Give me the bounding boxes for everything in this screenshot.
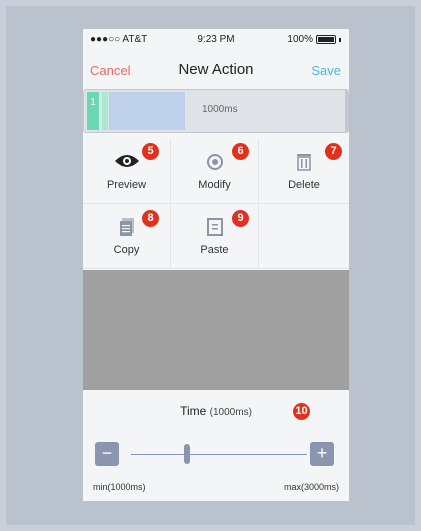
delete-button[interactable]: Delete 7 bbox=[259, 139, 349, 204]
empty-cell bbox=[259, 204, 349, 269]
time-panel: Time (1000ms) 10 − + min(1000ms) max(300… bbox=[83, 390, 349, 501]
action-timeline[interactable]: 1 1000ms bbox=[83, 89, 349, 133]
delete-label: Delete bbox=[288, 179, 320, 191]
time-title: Time bbox=[180, 404, 207, 418]
modify-icon bbox=[206, 153, 224, 176]
battery-status: 100% bbox=[287, 34, 341, 45]
time-slider-track[interactable] bbox=[131, 454, 307, 455]
copy-icon bbox=[119, 218, 135, 241]
badge-10: 10 bbox=[293, 403, 310, 420]
badge-8: 8 bbox=[142, 210, 159, 227]
copy-button[interactable]: Copy 8 bbox=[83, 204, 171, 269]
badge-5: 5 bbox=[142, 143, 159, 160]
action-grid: Preview 5 Modify 6 Delete 7 Copy 8 Paste… bbox=[83, 139, 349, 269]
min-time-label: min(1000ms) bbox=[93, 482, 146, 492]
page-title: New Action bbox=[178, 61, 254, 78]
modify-label: Modify bbox=[198, 179, 231, 191]
timeline-segment-divider bbox=[102, 92, 108, 130]
paste-label: Paste bbox=[200, 244, 229, 256]
time-slider-thumb[interactable] bbox=[184, 444, 190, 464]
battery-percent: 100% bbox=[287, 34, 313, 45]
save-button[interactable]: Save bbox=[311, 63, 341, 78]
status-bar: ●●●○○ AT&T 9:23 PM 100% bbox=[83, 29, 349, 51]
badge-7: 7 bbox=[325, 143, 342, 160]
paste-button[interactable]: Paste 9 bbox=[171, 204, 259, 269]
trash-icon bbox=[296, 153, 312, 176]
preview-label: Preview bbox=[106, 179, 147, 191]
increase-time-button[interactable]: + bbox=[310, 442, 334, 466]
badge-6: 6 bbox=[232, 143, 249, 160]
preview-button[interactable]: Preview 5 bbox=[83, 139, 171, 204]
phone-screen: ●●●○○ AT&T 9:23 PM 100% Cancel New Actio… bbox=[83, 29, 349, 501]
paste-icon bbox=[206, 218, 223, 241]
timeline-duration-label: 1000ms bbox=[202, 104, 238, 115]
timeline-track-end bbox=[345, 90, 348, 132]
time-value: (1000ms) bbox=[209, 407, 252, 418]
eye-icon bbox=[113, 153, 141, 174]
modify-button[interactable]: Modify 6 bbox=[171, 139, 259, 204]
battery-icon bbox=[316, 35, 336, 44]
timeline-segment-block[interactable] bbox=[109, 92, 185, 130]
battery-nub bbox=[339, 37, 341, 42]
nav-bar: Cancel New Action Save bbox=[83, 51, 349, 93]
preview-area bbox=[83, 270, 349, 390]
timeline-segment-index[interactable]: 1 bbox=[87, 92, 99, 130]
copy-label: Copy bbox=[113, 244, 140, 256]
badge-9: 9 bbox=[232, 210, 249, 227]
decrease-time-button[interactable]: − bbox=[95, 442, 119, 466]
max-time-label: max(3000ms) bbox=[283, 482, 339, 492]
